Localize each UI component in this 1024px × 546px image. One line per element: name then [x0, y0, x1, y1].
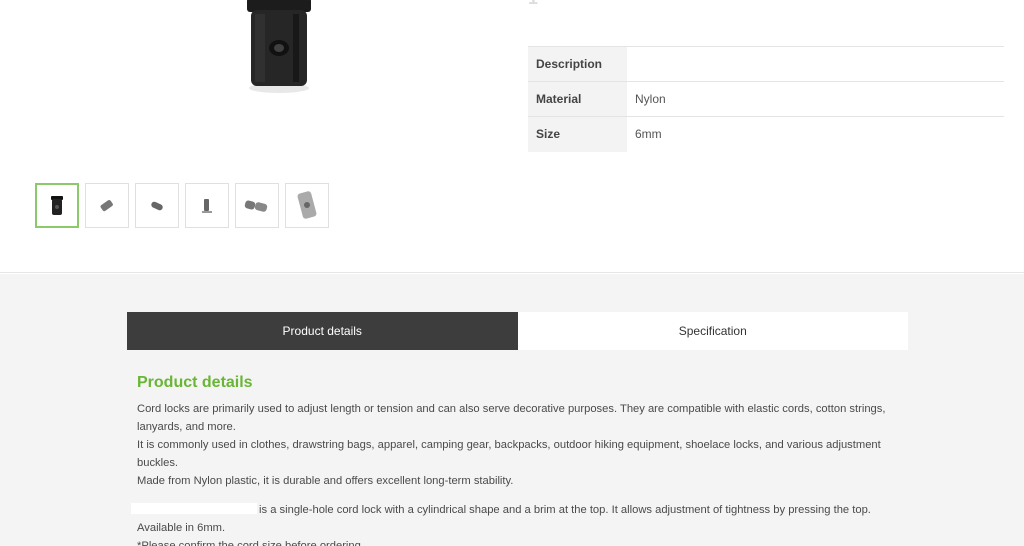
cord-lock-pattern-icon — [297, 190, 317, 219]
redacted-product-name — [131, 503, 257, 514]
thumbnail-3[interactable] — [135, 183, 179, 228]
tab-specification[interactable]: Specification — [517, 312, 908, 350]
details-text: is a single-hole cord lock with a cylind… — [259, 504, 871, 516]
thumbnail-4[interactable] — [185, 183, 229, 228]
thumbnail-1[interactable] — [35, 183, 79, 228]
product-main-image — [237, 0, 321, 96]
cord-lock-front-icon — [51, 195, 63, 215]
spec-value — [627, 47, 1004, 82]
details-paragraph: It is commonly used in clothes, drawstri… — [137, 439, 881, 469]
cord-lock-small-icon — [202, 198, 212, 213]
spec-table: Description Material Nylon Size 6mm — [528, 46, 1004, 152]
details-paragraph: Made from Nylon plastic, it is durable a… — [137, 475, 514, 487]
spec-row-description: Description — [528, 46, 1004, 82]
product-details-content: Product details Cord locks are primarily… — [131, 374, 897, 546]
cord-lock-side-icon — [100, 199, 113, 211]
spec-value: Nylon — [635, 92, 666, 106]
spec-label: Description — [528, 46, 627, 82]
spec-value: 6mm — [635, 127, 662, 142]
thumbnail-2[interactable] — [85, 183, 129, 228]
spec-label: Size — [528, 116, 627, 152]
thumbnail-6[interactable] — [285, 183, 329, 228]
details-paragraph: *Please confirm the cord size before ord… — [137, 540, 364, 546]
product-info-section: Product details Specification Product de… — [0, 274, 1024, 546]
cord-lock-tilt-icon — [151, 201, 163, 210]
details-paragraph: Available in 6mm. — [137, 522, 226, 534]
spec-row-material: Material Nylon — [528, 81, 1004, 117]
spec-label: Material — [528, 81, 627, 117]
thumbnail-strip — [35, 183, 329, 228]
details-heading: Product details — [137, 374, 253, 391]
thumbnail-5[interactable] — [235, 183, 279, 228]
cord-lock-group-icon — [244, 200, 268, 212]
price-fragment: 1···· — [528, 0, 572, 9]
details-paragraph: Cord locks are primarily used to adjust … — [137, 403, 886, 433]
details-paragraph: is a single-hole cord lock with a cylind… — [131, 501, 897, 519]
tab-product-details[interactable]: Product details — [127, 312, 518, 350]
spec-row-size: Size 6mm — [528, 116, 1004, 152]
product-top-section: 1···· Description Material Nylon Size 6m… — [0, 0, 1024, 273]
product-tabs: Product details Specification — [127, 312, 908, 350]
